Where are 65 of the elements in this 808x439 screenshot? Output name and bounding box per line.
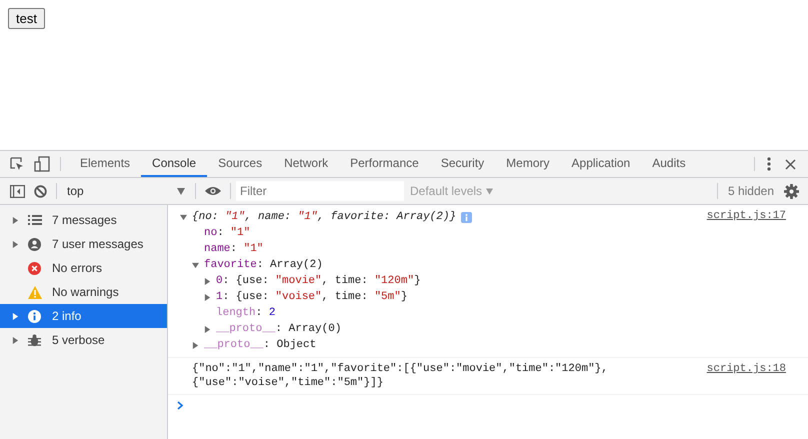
expanded-triangle-icon[interactable]	[192, 262, 199, 268]
settings-icon[interactable]	[784, 184, 799, 198]
property-line: no: "1"	[204, 226, 250, 241]
collapsed-triangle-icon[interactable]	[12, 336, 19, 344]
prompt-icon[interactable]	[177, 400, 183, 410]
sidebar-item-label: 7 user messages	[52, 236, 144, 253]
device-icon[interactable]	[34, 156, 50, 172]
collapsed-triangle-icon[interactable]	[204, 278, 211, 284]
sidebar-item[interactable]: No errors	[0, 256, 167, 280]
sidebar-item[interactable]: 5 verbose	[0, 328, 167, 352]
clear-console-icon[interactable]	[34, 184, 47, 198]
property-line: 0: {use: "movie", time: "120m"}	[216, 274, 421, 289]
bug-icon	[28, 334, 41, 346]
sidebar-item-label: No errors	[52, 260, 102, 277]
info-icon	[461, 212, 472, 222]
sidebar-item-label: 7 messages	[52, 212, 117, 229]
eye-icon[interactable]	[205, 186, 221, 196]
property-line: name: "1"	[204, 242, 264, 257]
sidebar-item[interactable]: 2 info	[0, 304, 167, 328]
property-line: favorite: Array(2)	[204, 258, 323, 273]
devtools-tab[interactable]: Elements	[69, 151, 142, 177]
collapsed-triangle-icon[interactable]	[12, 240, 19, 248]
collapsed-triangle-icon[interactable]	[12, 216, 19, 224]
test-button[interactable]: test	[8, 8, 45, 29]
sidebar-item-label: No warnings	[52, 284, 119, 301]
devtools-tab[interactable]: Memory	[495, 151, 561, 177]
hidden-count: 5 hidden	[726, 183, 775, 200]
sidebar-item[interactable]: No warnings	[0, 280, 167, 304]
collapsed-triangle-icon[interactable]	[12, 312, 19, 320]
log-line: {"use":"voise","time":"5m"}]}	[192, 376, 384, 390]
property-line: __proto__: Object	[204, 338, 316, 353]
collapsed-triangle-icon[interactable]	[192, 342, 199, 348]
sidebar-item[interactable]: 7 messages	[0, 208, 167, 232]
user-icon	[28, 238, 41, 250]
devtools-tab[interactable]: Application	[560, 151, 642, 177]
devtools-tab[interactable]: Network	[273, 151, 340, 177]
list-icon	[28, 215, 42, 225]
collapsed-triangle-icon[interactable]	[204, 294, 211, 300]
property-line: {no: "1", name: "1", favorite: Array(2)}	[192, 210, 456, 225]
sidebar-toggle-icon[interactable]	[10, 184, 25, 198]
close-icon[interactable]	[785, 158, 796, 170]
dropdown-caret-icon	[177, 188, 185, 194]
property-line: __proto__: Array(0)	[216, 322, 342, 337]
sidebar-item-label: 2 info	[52, 308, 82, 325]
context-select[interactable]: top	[57, 182, 195, 200]
source-link[interactable]: script.js:17	[706, 209, 786, 223]
dropdown-caret-icon	[486, 188, 494, 194]
error-icon	[28, 262, 41, 274]
devtools-tab[interactable]: Audits	[641, 151, 697, 177]
property-line: length: 2	[216, 306, 276, 321]
source-link[interactable]: script.js:18	[706, 362, 786, 376]
sidebar-item[interactable]: 7 user messages	[0, 232, 167, 256]
property-line: 1: {use: "voise", time: "5m"}	[216, 290, 408, 305]
sidebar-item-label: 5 verbose	[52, 332, 105, 349]
collapsed-triangle-icon[interactable]	[204, 326, 211, 332]
expanded-triangle-icon[interactable]	[180, 214, 187, 220]
inspect-icon[interactable]	[10, 157, 24, 171]
more-icon[interactable]	[767, 157, 771, 171]
warning-icon	[28, 286, 42, 298]
devtools-tab[interactable]: Security	[430, 151, 496, 177]
devtools-tab[interactable]: Sources	[207, 151, 274, 177]
filter-field[interactable]: Filter	[236, 181, 404, 201]
devtools-tab[interactable]: Performance	[339, 151, 430, 177]
log-line: {"no":"1","name":"1","favorite":[{"use":"movie","time":"120m"},	[192, 362, 609, 376]
info-icon	[28, 310, 41, 322]
